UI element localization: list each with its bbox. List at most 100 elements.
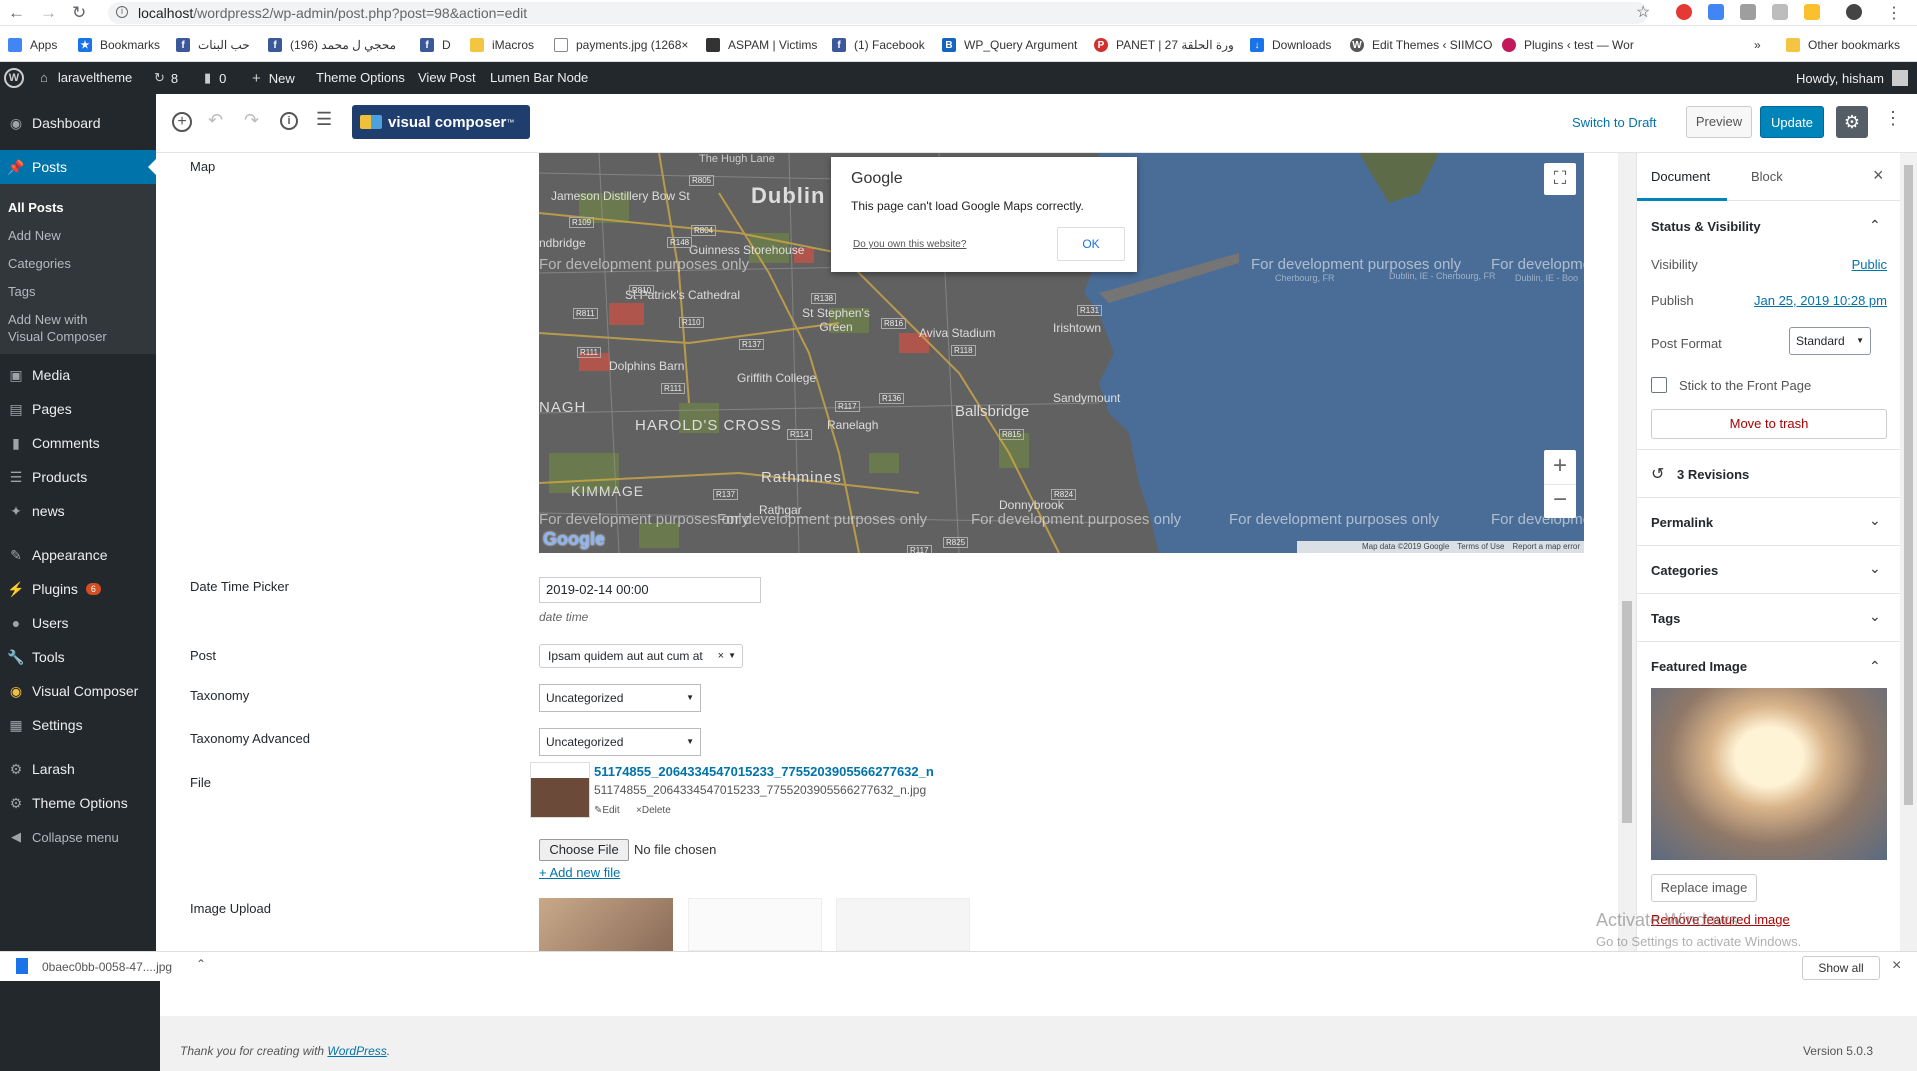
wordpress-logo-icon[interactable]: W [4,68,24,88]
back-icon[interactable]: ← [8,4,25,22]
revisions-section[interactable]: ↺ 3 Revisions [1637,450,1901,498]
sidebar-item-dashboard[interactable]: ◉ Dashboard [0,106,156,140]
terms-link[interactable]: Terms of Use [1457,541,1504,553]
taxonomy-advanced-select[interactable]: Uncategorized ▼ [539,728,701,756]
add-new-file-link[interactable]: + Add new file [539,865,620,880]
uploaded-image-thumb[interactable] [688,898,822,951]
forward-icon[interactable]: → [40,4,57,22]
revisions-link[interactable]: 3 Revisions [1677,467,1749,482]
zoom-out-icon[interactable]: − [1544,484,1576,518]
bookmark-item[interactable]: fD [420,36,451,54]
panel-scrollbar[interactable] [1900,153,1917,951]
uploaded-image-thumb[interactable] [539,898,673,951]
date-time-input[interactable]: 2019-02-14 00:00 [539,577,761,603]
close-icon[interactable]: × [1892,957,1901,975]
switch-to-draft-button[interactable]: Switch to Draft [1572,115,1657,130]
sidebar-item-posts[interactable]: 📌 Posts [0,150,156,184]
add-block-icon[interactable]: + [172,112,192,132]
move-to-trash-button[interactable]: Move to trash [1651,409,1887,439]
taxonomy-select[interactable]: Uncategorized ▼ [539,684,701,712]
sidebar-item-plugins[interactable]: ⚡ Plugins 6 [0,572,156,606]
bookmark-item[interactable]: Plugins ‹ test — Wor [1502,36,1634,54]
choose-file-button[interactable]: Choose File [539,839,629,861]
dialog-help-link[interactable]: Do you own this website? [853,239,966,250]
info-icon[interactable]: i [280,112,298,130]
clear-icon[interactable]: × [718,645,724,667]
bookmark-item[interactable]: f (196) محجي ل محمد [268,36,396,54]
chevron-up-icon[interactable]: ⌃ [1869,658,1881,675]
translate-extension-icon[interactable] [1708,4,1724,20]
visual-composer-button[interactable]: visual composer ™ [352,105,530,139]
sidebar-item-pages[interactable]: ▤ Pages [0,392,156,426]
bookmark-apps[interactable]: Apps [8,36,57,54]
profile-avatar[interactable] [1846,4,1862,20]
settings-gear-icon[interactable]: ⚙ [1836,106,1868,138]
replace-image-button[interactable]: Replace image [1651,874,1757,902]
report-error-link[interactable]: Report a map error [1512,541,1580,553]
post-select[interactable]: Ipsam quidem aut aut cum at × ▼ [539,644,743,668]
updates-link[interactable]: ↻ 8 [154,70,178,86]
featured-image-title[interactable]: Featured Image [1651,659,1747,674]
site-name-link[interactable]: ⌂ laraveltheme [40,70,132,85]
wordpress-link[interactable]: WordPress [327,1044,386,1058]
chevron-up-icon[interactable]: ⌃ [1869,217,1881,234]
visibility-link[interactable]: Public [1852,257,1887,272]
bookmark-bookmarks[interactable]: ★ Bookmarks [78,36,160,54]
bookmark-item[interactable]: f (1) Facebook [832,36,925,54]
comments-link[interactable]: ▮ 0 [204,70,226,86]
bookmark-item[interactable]: P PANET | 27 ورة الحلقة [1094,36,1234,54]
bookmark-item[interactable]: W Edit Themes ‹ SIIMCO [1350,36,1492,54]
chevron-up-icon[interactable]: ⌃ [196,957,206,971]
file-title-link[interactable]: 51174855_2064334547015233_77552039055662… [594,764,934,779]
content-scrollbar[interactable] [1618,153,1636,951]
sidebar-item-larash[interactable]: ⚙ Larash [0,752,156,786]
scrollbar-thumb[interactable] [1904,165,1913,805]
more-tools-icon[interactable]: ⋮ [1884,108,1902,129]
show-all-button[interactable]: Show all [1802,956,1880,980]
permalink-section[interactable]: Permalink ⌄ [1637,498,1901,546]
dialog-ok-button[interactable]: OK [1057,227,1125,261]
sidebar-item-appearance[interactable]: ✎ Appearance [0,538,156,572]
fullscreen-icon[interactable]: ⛶ [1544,163,1576,195]
close-icon[interactable]: × [1873,165,1884,186]
scrollbar-thumb[interactable] [1622,601,1632,823]
sidebar-item-users[interactable]: ● Users [0,606,156,640]
stick-front-page-checkbox[interactable] [1651,377,1667,393]
post-format-select[interactable]: Standard ▼ [1789,327,1871,355]
sidebar-collapse-menu[interactable]: ◀ Collapse menu [0,820,156,854]
sidebar-item-media[interactable]: ▣ Media [0,358,156,392]
submenu-tags[interactable]: Tags [8,284,35,299]
download-file-name[interactable]: 0baec0bb-0058-47....jpg [42,960,172,974]
extension-icon[interactable] [1804,4,1820,20]
preview-button[interactable]: Preview [1686,106,1752,138]
bookmark-item[interactable]: payments.jpg (1268× [554,36,688,54]
more-menu-icon[interactable]: ⋮ [1886,3,1902,23]
categories-section[interactable]: Categories ⌄ [1637,546,1901,594]
tab-document[interactable]: Document [1651,169,1710,184]
featured-image-preview[interactable] [1651,688,1887,860]
publish-date-link[interactable]: Jan 25, 2019 10:28 pm [1754,293,1887,308]
sidebar-item-news[interactable]: ✦ news [0,494,156,528]
reload-icon[interactable]: ↻ [72,4,86,22]
info-icon[interactable]: i [116,6,128,18]
sidebar-item-products[interactable]: ☰ Products [0,460,156,494]
bookmark-item[interactable]: ASPAM | Victims [706,36,817,54]
bookmarks-overflow[interactable]: » [1754,36,1761,54]
status-visibility-title[interactable]: Status & Visibility [1651,219,1761,234]
tab-block[interactable]: Block [1751,169,1783,184]
star-bookmark-icon[interactable]: ☆ [1636,2,1650,22]
tags-section[interactable]: Tags ⌄ [1637,594,1901,642]
submenu-categories[interactable]: Categories [8,256,71,271]
sidebar-item-comments[interactable]: ▮ Comments [0,426,156,460]
extension-icon[interactable] [1772,4,1788,20]
howdy-user-link[interactable]: Howdy, hisham [1796,70,1908,86]
bookmark-item[interactable]: iMacros [470,36,534,54]
file-edit-link[interactable]: ✎Edit [594,805,620,816]
bookmark-item[interactable]: ↓ Downloads [1250,36,1331,54]
view-post-link[interactable]: View Post [418,70,476,85]
uploaded-image-thumb[interactable] [836,898,970,951]
submenu-add-new-vc-line2[interactable]: Visual Composer [8,329,107,344]
theme-options-link[interactable]: Theme Options [316,70,405,85]
sidebar-item-theme-options[interactable]: ⚙ Theme Options [0,786,156,820]
google-map[interactable]: The Hugh Lane Jameson Distillery Bow St … [539,153,1584,553]
